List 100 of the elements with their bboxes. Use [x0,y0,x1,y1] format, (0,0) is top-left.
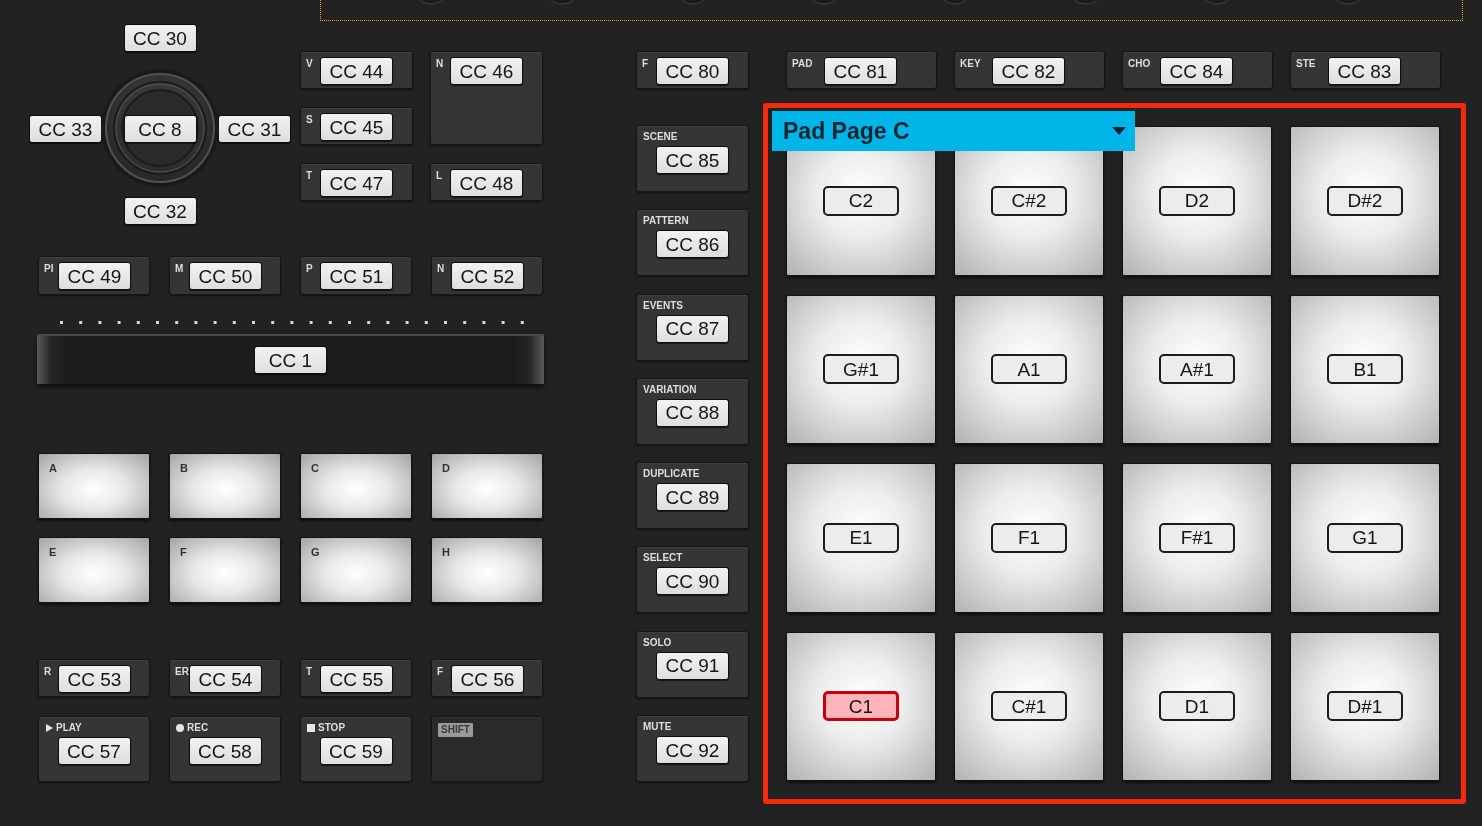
note-tag: D1 [1159,691,1235,722]
cc-tag: CC 56 [451,665,524,693]
pad-button[interactable]: E1 [786,463,936,613]
pad-button[interactable]: D#1 [1290,631,1440,781]
pad-button[interactable]: G1 [1290,463,1440,613]
cc-tag: CC 1 [254,346,327,374]
controller-button[interactable]: L CC 48 [430,163,543,201]
pad-button[interactable]: B [169,453,281,519]
pad-button[interactable]: G [300,537,412,603]
shift-label: SHIFT [438,723,473,737]
cc-tag: CC 47 [320,169,393,197]
cc-tag: CC 46 [450,57,523,85]
cc-tag: CC 30 [123,24,197,52]
note-tag: D2 [1159,185,1235,216]
pad-button[interactable]: F#1 [1122,463,1272,613]
cc-tag: CC 92 [656,736,729,765]
controller-button[interactable]: T CC 55 [300,659,412,697]
controller-button[interactable]: SHIFT [431,716,543,782]
controller-button[interactable]: EVENTS CC 87 [636,293,749,361]
controller-button[interactable]: M CC 50 [169,256,281,295]
note-tag: C#1 [991,691,1067,722]
cc-tag: CC 90 [656,567,729,596]
caret-icon [1112,127,1126,135]
pad-button[interactable]: F1 [954,463,1104,613]
pad-button[interactable]: A1 [954,294,1104,444]
controller-button[interactable]: PLAY CC 57 [38,716,150,782]
note-tag: E1 [823,522,899,553]
note-tag: C#2 [991,185,1067,216]
note-tag: G1 [1327,522,1403,553]
pad-button[interactable]: E [38,537,150,603]
controller-button[interactable]: PI CC 49 [38,256,150,295]
controller-button[interactable]: VARIATION CC 88 [636,377,749,445]
pad-button[interactable]: C#1 [954,631,1104,781]
cc-tag: CC 59 [319,737,393,765]
cc-tag: CC 87 [656,314,729,343]
cc-tag: CC 82 [992,57,1065,85]
pad-button[interactable]: H [431,537,543,603]
controller-button[interactable]: F CC 56 [431,659,543,697]
controller-button[interactable]: MUTE CC 92 [636,715,749,783]
controller-button[interactable]: T CC 47 [300,163,413,201]
pad-button[interactable]: B1 [1290,294,1440,444]
note-tag: F#1 [1159,522,1235,553]
cc-tag: CC 86 [656,230,729,259]
pad-button[interactable]: D [431,453,543,519]
pad-button[interactable]: G#1 [786,294,936,444]
controller-button[interactable]: N CC 46 [430,51,543,145]
note-tag: B1 [1327,354,1403,385]
cc-tag: CC 33 [29,115,102,143]
controller-button[interactable]: STE CC 83 [1290,51,1441,89]
controller-button[interactable]: N CC 52 [431,256,543,295]
pad-button[interactable]: D1 [1122,631,1272,781]
note-tag: C2 [823,185,899,216]
cc-tag: CC 91 [656,651,729,680]
cc-tag: CC 54 [189,665,262,693]
cc-tag: CC 53 [58,665,131,693]
pad-button[interactable]: F [169,537,281,603]
controller-button[interactable]: CHO CC 84 [1122,51,1273,89]
controller-button[interactable]: F CC 80 [636,51,749,89]
pad-button[interactable]: A#1 [1122,294,1272,444]
cc-tag: CC 55 [320,665,393,693]
pad-button[interactable]: C [300,453,412,519]
pad-button[interactable]: D2 [1122,126,1272,276]
cc-tag: CC 51 [320,262,393,290]
controller-button[interactable]: ER CC 54 [169,659,281,697]
cc-tag: CC 80 [656,57,729,85]
controller-button[interactable]: V CC 44 [300,51,413,89]
controller-button[interactable]: SOLO CC 91 [636,630,749,698]
cc-tag: CC 31 [218,115,291,143]
controller-button[interactable]: KEY CC 82 [954,51,1105,89]
controller-button[interactable]: P CC 51 [300,256,412,295]
controller-button[interactable]: SCENE CC 85 [636,125,749,192]
note-tag: G#1 [823,354,899,385]
cc-tag: CC 52 [451,262,524,290]
cc-tag: CC 85 [656,146,729,174]
controller-button[interactable]: STOP CC 59 [300,716,412,782]
controller-button[interactable]: REC CC 58 [169,716,281,782]
pad-button[interactable]: D#2 [1290,126,1440,276]
controller-button[interactable]: S CC 45 [300,107,413,145]
cc-tag: CC 45 [320,113,393,141]
controller-button[interactable]: SELECT CC 90 [636,546,749,614]
controller-button[interactable]: PAD CC 81 [786,51,937,89]
note-tag: D#2 [1327,185,1403,216]
note-tag: A#1 [1159,354,1235,385]
cc-tag: CC 58 [188,737,262,765]
pad-button[interactable]: C1 [786,631,936,781]
note-tag: A1 [991,354,1067,385]
note-tag: C1 [823,691,899,722]
play-icon [45,723,53,732]
cc-tag: CC 49 [58,262,131,290]
cc-tag: CC 8 [123,115,197,143]
controller-button[interactable]: PATTERN CC 86 [636,209,749,277]
record-icon [176,723,184,732]
pad-button[interactable]: A [38,453,150,519]
cc-tag: CC 44 [320,57,393,85]
controller-button[interactable]: R CC 53 [38,659,150,697]
note-tag: F1 [991,522,1067,553]
touch-strip[interactable]: CC 1 [37,334,544,384]
page-dropdown[interactable]: Pad Page C [772,111,1135,151]
controller-button[interactable]: DUPLICATE CC 89 [636,462,749,530]
cc-tag: CC 50 [189,262,262,290]
